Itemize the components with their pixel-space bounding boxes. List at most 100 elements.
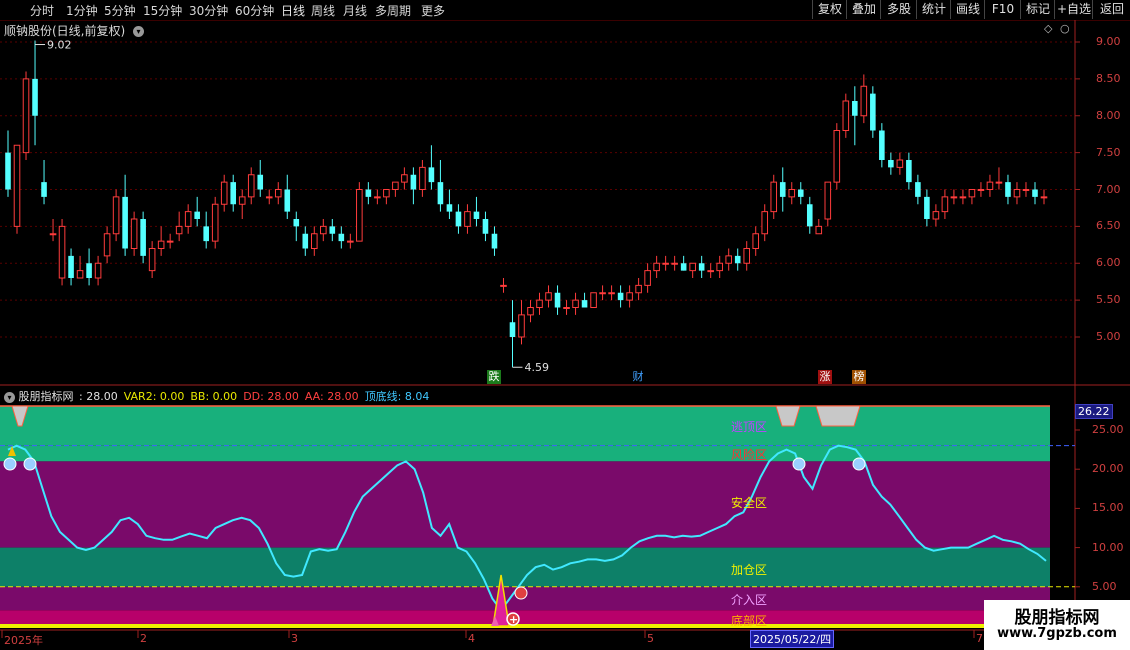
candle-body-down bbox=[491, 233, 498, 249]
candle-body-down bbox=[806, 204, 813, 227]
candle-body-up bbox=[536, 299, 543, 308]
candle-body-up bbox=[500, 284, 507, 287]
indicator-y-tick: 10.00 bbox=[1092, 540, 1124, 554]
indicator-title: ▾ 股朋指标网 : 28.00 VAR2: 0.00 BB: 0.00 DD: 28.… bbox=[4, 388, 429, 404]
candle-body-up bbox=[662, 262, 669, 265]
signal-ball-blue bbox=[3, 457, 17, 471]
candle-body-up bbox=[599, 292, 606, 295]
candle-body-down bbox=[455, 211, 462, 227]
zone-label-1: 风险区 bbox=[731, 448, 768, 462]
indicator-value-5: 顶底线: 8.04 bbox=[364, 390, 430, 403]
candle-body-down bbox=[906, 160, 912, 183]
candle-body-down bbox=[302, 233, 309, 249]
zone-label-0: 逃顶区 bbox=[731, 420, 768, 434]
candle-body-up bbox=[374, 196, 381, 199]
candle-body-up bbox=[464, 211, 471, 227]
candle-body-up bbox=[157, 240, 165, 249]
watermark-title: 股朋指标网 bbox=[1014, 608, 1100, 628]
cursor-date-label: 2025/05/22/四 bbox=[750, 630, 835, 648]
candle-body-up bbox=[265, 196, 273, 199]
candle-body-up bbox=[824, 181, 832, 220]
candle-body-down bbox=[852, 101, 858, 116]
indicator-value-4: AA: 28.00 bbox=[304, 390, 359, 403]
candle-body-up bbox=[671, 262, 678, 265]
candle-body-up bbox=[130, 218, 138, 249]
event-marker-1[interactable]: 财 bbox=[631, 370, 645, 384]
candle-body-up bbox=[211, 203, 219, 242]
candle-body-up bbox=[833, 130, 841, 183]
x-axis-label-0: 2025年 bbox=[4, 634, 43, 647]
candle-body-down bbox=[779, 182, 786, 197]
candle-body-up bbox=[356, 189, 363, 242]
indicator-value-2: BB: 0.00 bbox=[190, 390, 238, 403]
candle-body-down bbox=[879, 130, 885, 160]
event-marker-3[interactable]: 榜 bbox=[852, 370, 866, 384]
candle-body-up bbox=[644, 270, 651, 286]
indicator-toggle-icon[interactable]: ▾ bbox=[4, 391, 15, 403]
candle-body-up bbox=[347, 240, 354, 243]
candle-body-down bbox=[293, 219, 300, 227]
candle-body-down bbox=[203, 226, 209, 242]
candle-body-up bbox=[419, 166, 426, 190]
candle-body-up bbox=[770, 181, 778, 213]
candle-body-up bbox=[58, 225, 66, 279]
zone-label-2: 安全区 bbox=[731, 496, 768, 510]
candle-body-up bbox=[320, 225, 327, 235]
candle-body-down bbox=[509, 322, 516, 337]
candle-body-up bbox=[725, 255, 732, 264]
zone-label-3: 加仓区 bbox=[731, 563, 768, 577]
candle-body-up bbox=[995, 181, 1003, 184]
candle-body-up bbox=[986, 181, 994, 190]
indicator-value-1: VAR2: 0.00 bbox=[123, 390, 185, 403]
candle-body-up bbox=[968, 189, 976, 198]
main-y-tick: 8.00 bbox=[1096, 108, 1121, 122]
high-price-label: 9.02 bbox=[47, 39, 72, 52]
zone-band-add bbox=[0, 547, 1050, 587]
kline-chart[interactable]: 9.02 4.59 + bbox=[0, 0, 1130, 650]
candle-body-up bbox=[76, 270, 84, 279]
candle-body-up bbox=[689, 262, 696, 272]
event-marker-0[interactable]: 跌 bbox=[487, 370, 501, 384]
candle-body-up bbox=[716, 262, 723, 272]
plus-sign: + bbox=[509, 613, 518, 626]
indicator-y-tick: 5.00 bbox=[1092, 579, 1117, 593]
candle-body-up bbox=[247, 174, 255, 198]
candle-body-down bbox=[140, 219, 146, 256]
candle-body-down bbox=[1032, 189, 1038, 197]
candle-body-up bbox=[545, 292, 552, 301]
candle-body-up bbox=[13, 144, 21, 227]
candle-body-up bbox=[401, 174, 408, 183]
signal-ball-blue bbox=[852, 457, 866, 471]
candle-body-up bbox=[563, 307, 570, 309]
event-marker-2[interactable]: 涨 bbox=[818, 370, 832, 384]
candle-body-up bbox=[761, 211, 769, 235]
signal-ball-blue bbox=[23, 457, 37, 471]
signal-ball-blue bbox=[792, 457, 806, 471]
candle-body-down bbox=[428, 167, 435, 183]
x-axis-label-1: 2 bbox=[140, 632, 147, 645]
x-axis-label-3: 4 bbox=[468, 632, 475, 645]
current-value-tag: 26.22 bbox=[1075, 404, 1113, 419]
candle-body-down bbox=[32, 78, 38, 116]
x-axis-label-6: 7 bbox=[976, 632, 983, 645]
candle-body-down bbox=[194, 211, 200, 219]
main-y-tick: 7.50 bbox=[1096, 145, 1121, 159]
candle-body-down bbox=[410, 174, 417, 190]
candle-body-up bbox=[950, 196, 958, 199]
candle-body-up bbox=[896, 159, 904, 168]
candle-body-up bbox=[707, 270, 714, 273]
candle-body-up bbox=[392, 181, 399, 190]
watermark-url: www.7gpzb.com bbox=[997, 626, 1117, 641]
x-axis-label-2: 3 bbox=[291, 632, 298, 645]
indicator-y-tick: 20.00 bbox=[1092, 462, 1124, 476]
candle-body-up bbox=[1022, 189, 1030, 191]
main-y-tick: 6.00 bbox=[1096, 256, 1121, 270]
candle-body-down bbox=[698, 263, 705, 271]
candle-body-down bbox=[86, 263, 92, 278]
candle-body-up bbox=[653, 262, 660, 272]
candle-body-down bbox=[284, 189, 291, 212]
indicator-value-3: DD: 28.00 bbox=[243, 390, 299, 403]
indicator-name: 股朋指标网 bbox=[18, 390, 74, 403]
candle-body-up bbox=[590, 292, 597, 308]
candle-body-down bbox=[482, 219, 489, 234]
